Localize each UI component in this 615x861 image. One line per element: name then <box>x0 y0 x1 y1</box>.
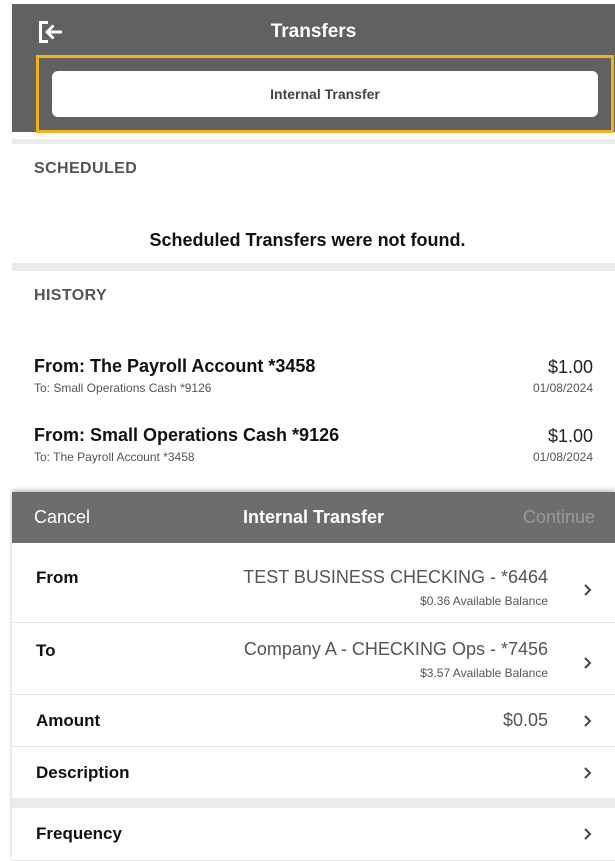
history-from: From: The Payroll Account *3458 <box>34 356 316 376</box>
internal-transfer-button[interactable]: Internal Transfer <box>52 71 598 117</box>
history-amount: $1.00 <box>547 426 593 446</box>
amount-value: $0.05 <box>502 710 548 730</box>
chevron-right-icon <box>584 828 592 840</box>
to-label: To <box>36 641 56 660</box>
continue-button[interactable]: Continue <box>523 507 595 528</box>
history-row[interactable]: From: The Payroll Account *3458 To: Smal… <box>34 356 593 402</box>
top-header: Transfers Internal Transfer <box>12 4 615 133</box>
description-row[interactable]: Description <box>12 747 615 798</box>
to-account-value: Company A - CHECKING Ops - *7456 <box>243 639 548 659</box>
chevron-right-icon <box>584 767 592 779</box>
chevron-right-icon <box>584 584 592 596</box>
scheduled-empty-message: Scheduled Transfers were not found. <box>149 230 466 250</box>
history-from: From: Small Operations Cash *9126 <box>34 425 340 445</box>
amount-label: Amount <box>36 711 101 730</box>
history-to: To: The Payroll Account *3458 <box>34 450 195 464</box>
scheduled-heading: SCHEDULED <box>34 160 138 177</box>
cancel-button[interactable]: Cancel <box>34 507 90 528</box>
from-account-row[interactable]: From TEST BUSINESS CHECKING - *6464 $0.3… <box>12 543 615 623</box>
history-heading: HISTORY <box>34 287 108 304</box>
frequency-row[interactable]: Frequency <box>12 808 615 861</box>
from-label: From <box>36 568 79 587</box>
internal-transfer-sheet: Cancel Internal Transfer Continue From T… <box>12 492 615 861</box>
from-available-balance: $0.36 Available Balance <box>420 594 548 608</box>
section-divider <box>12 263 615 271</box>
to-available-balance: $3.57 Available Balance <box>420 666 548 680</box>
from-account-value: TEST BUSINESS CHECKING - *6464 <box>243 567 548 587</box>
history-amount: $1.00 <box>547 357 593 377</box>
history-row[interactable]: From: Small Operations Cash *9126 To: Th… <box>34 425 593 471</box>
internal-transfer-highlight: Internal Transfer <box>36 55 614 133</box>
sheet-header: Cancel Internal Transfer Continue <box>12 492 615 543</box>
history-date: 01/08/2024 <box>532 381 593 395</box>
section-divider <box>12 139 615 144</box>
section-divider <box>12 798 615 808</box>
history-to: To: Small Operations Cash *9126 <box>34 381 212 395</box>
amount-row[interactable]: Amount $0.05 <box>12 695 615 747</box>
to-account-row[interactable]: To Company A - CHECKING Ops - *7456 $3.5… <box>12 623 615 695</box>
chevron-right-icon <box>584 657 592 669</box>
page-title: Transfers <box>270 21 357 42</box>
history-date: 01/08/2024 <box>532 450 593 464</box>
chevron-right-icon <box>584 715 592 727</box>
frequency-label: Frequency <box>36 824 122 843</box>
description-label: Description <box>36 763 130 782</box>
